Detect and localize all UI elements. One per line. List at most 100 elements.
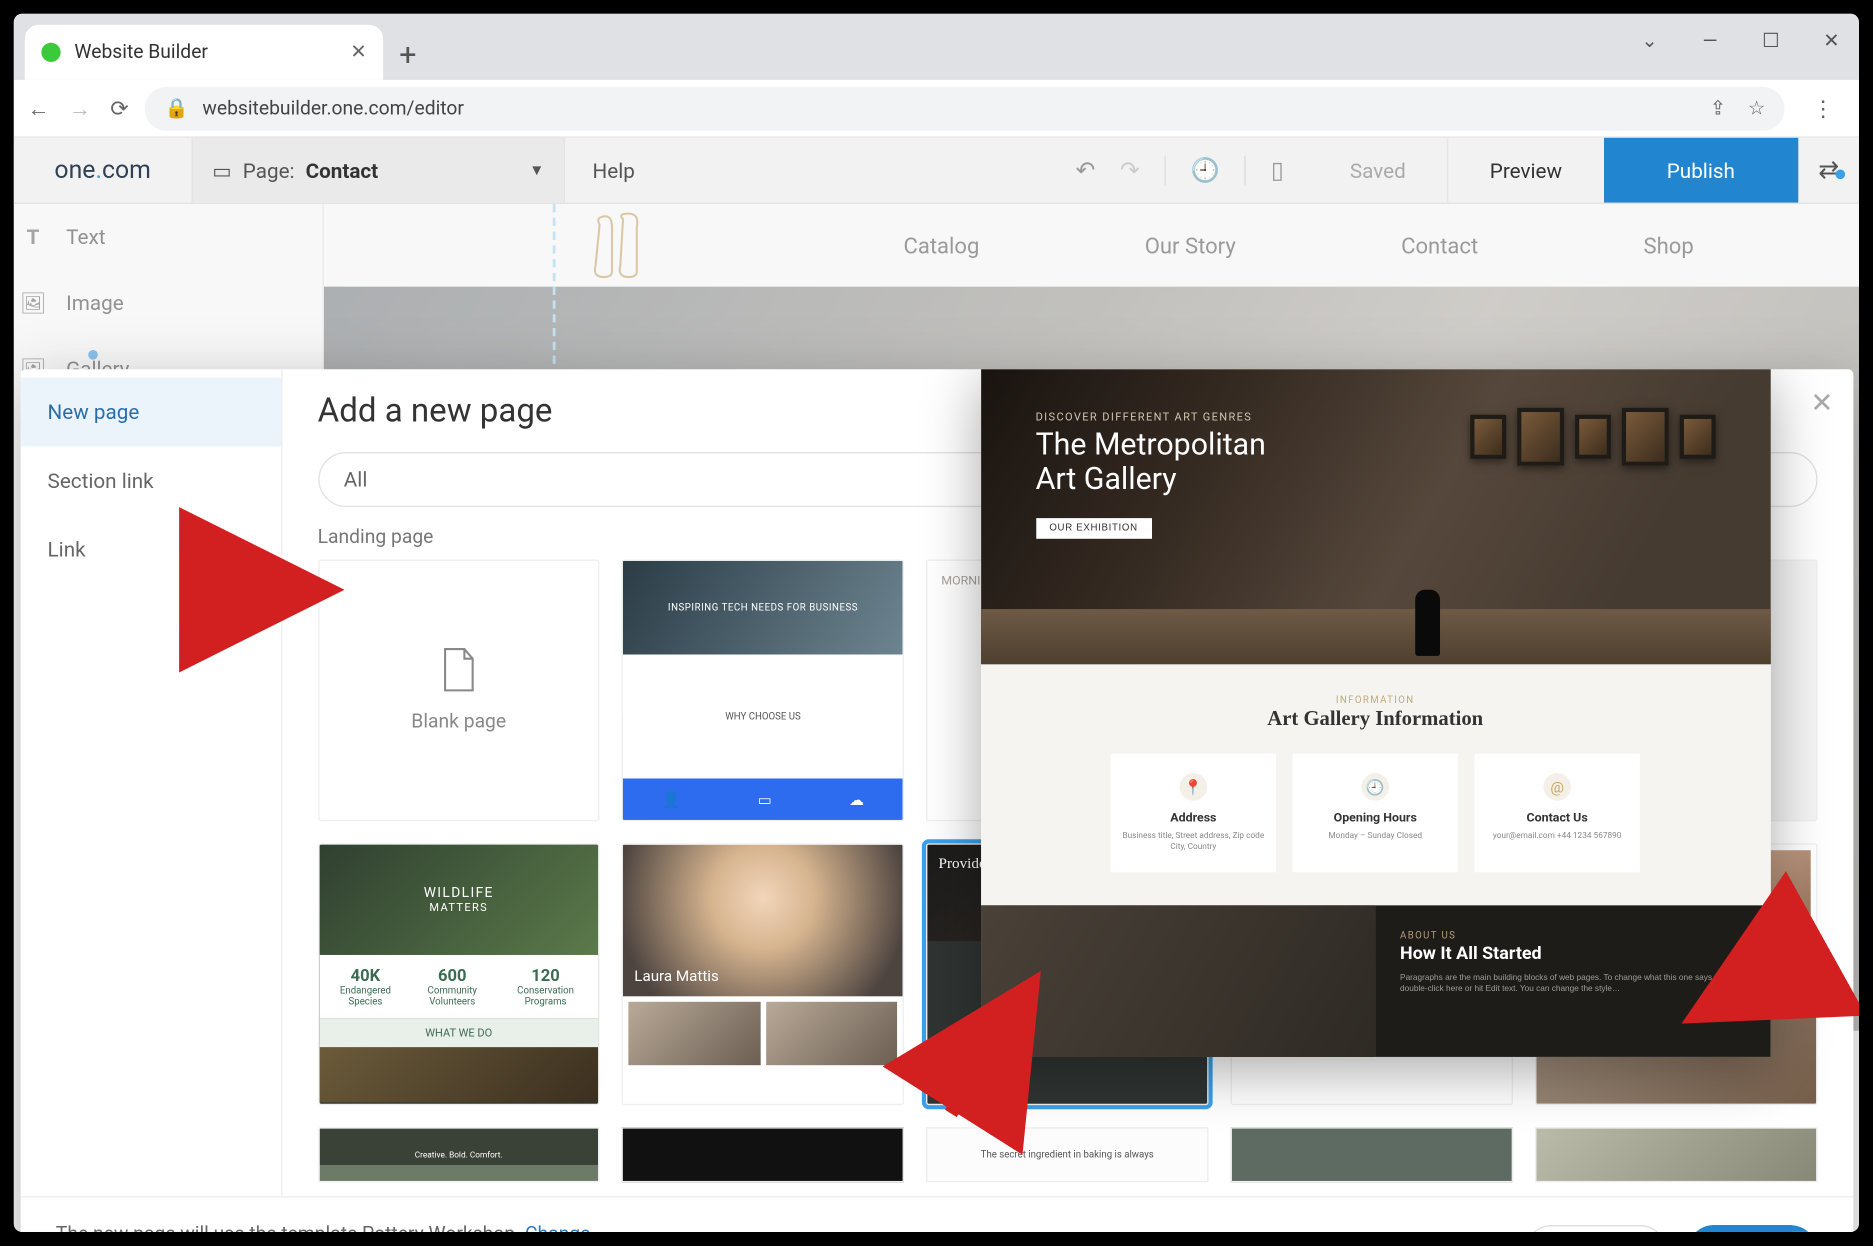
template-tech[interactable]: INSPIRING TECH NEEDS FOR BUSINESS WHY CH…: [622, 559, 904, 821]
stat-label: Endangered Species: [340, 985, 391, 1007]
template-tiny[interactable]: [1230, 1127, 1512, 1182]
template-preview-popover: DISCOVER DIFFERENT ART GENRES The Metrop…: [980, 369, 1770, 1056]
preview-button[interactable]: Preview: [1447, 138, 1603, 203]
card-icon: ▭: [758, 790, 772, 808]
browser-tab[interactable]: Website Builder ✕: [25, 25, 383, 80]
preview-about-body: Paragraphs are the main building blocks …: [1400, 972, 1745, 995]
chevron-down-icon[interactable]: ⌄: [1636, 30, 1664, 52]
template-thumb-text: WILDLIFE: [424, 886, 494, 901]
close-tab-icon[interactable]: ✕: [350, 41, 366, 63]
template-tiny[interactable]: [622, 1127, 904, 1182]
template-tiny[interactable]: Creative. Bold. Comfort.: [318, 1127, 600, 1182]
template-thumb-text: The secret ingredient in baking is alway…: [981, 1149, 1154, 1160]
template-wildlife[interactable]: WILDLIFEMATTERS 40KEndangered Species 60…: [318, 843, 600, 1105]
stat-value: 600: [406, 966, 498, 985]
file-icon: [441, 648, 477, 698]
stat-value: 120: [498, 966, 593, 985]
zoom-icon[interactable]: ⊕: [939, 1057, 975, 1093]
modal-overlay: ✕ New page Section link Link Add a new p…: [14, 204, 1859, 1232]
template-thumb-text: WHAT WE DO: [319, 1018, 598, 1047]
modal-tab-section-link[interactable]: Section link: [20, 446, 280, 515]
help-menu[interactable]: Help: [565, 158, 662, 183]
publish-button[interactable]: Publish: [1603, 138, 1798, 203]
cancel-button[interactable]: Cancel: [1524, 1225, 1667, 1232]
card-lines: Business title, Street address, Zip code…: [1122, 831, 1265, 852]
card-title: Address: [1122, 812, 1265, 826]
preview-info-card: 🕘Opening HoursMonday – Sunday Closed: [1293, 754, 1458, 872]
window-controls: ⌄ ― ☐ ✕: [1636, 30, 1845, 52]
template-grid-row2: Creative. Bold. Comfort. The secret ingr…: [318, 1127, 1817, 1182]
address-bar: ← → ⟳ 🔒 websitebuilder.one.com/editor ⇪ …: [14, 80, 1859, 138]
url-field[interactable]: 🔒 websitebuilder.one.com/editor ⇪ ☆: [145, 86, 1784, 130]
cloud-icon: ☁: [849, 790, 864, 808]
brand-logo[interactable]: one.com: [14, 138, 193, 203]
saved-status: Saved: [1309, 158, 1448, 183]
card-lines: your@email.com +44 1234 567890: [1485, 831, 1628, 842]
favicon-icon: [41, 43, 60, 62]
card-title: Contact Us: [1485, 812, 1628, 826]
history-icon[interactable]: 🕘: [1191, 156, 1220, 184]
mobile-icon[interactable]: ▯: [1271, 156, 1284, 184]
preview-title: The Metropolitan: [1036, 429, 1266, 463]
preview-info-sub: INFORMATION: [1008, 695, 1742, 706]
stat-value: 40K: [325, 966, 407, 985]
caret-down-icon: ▼: [529, 161, 544, 179]
preview-about-sub: ABOUT US: [1400, 930, 1745, 941]
card-lines: Monday – Sunday Closed: [1304, 831, 1447, 842]
modal-footer: The new page will use the template Potte…: [20, 1196, 1853, 1232]
preview-info-title: Art Gallery Information: [1008, 708, 1742, 731]
person-silhouette-icon: [1415, 590, 1440, 656]
star-icon[interactable]: ☆: [1748, 97, 1765, 119]
url-text: websitebuilder.one.com/editor: [202, 97, 464, 119]
card-title: Opening Hours: [1304, 812, 1447, 826]
template-laura[interactable]: Laura Mattis: [622, 843, 904, 1105]
preview-about-title: How It All Started: [1400, 943, 1745, 964]
modal-tab-new-page[interactable]: New page: [20, 378, 280, 447]
template-blank[interactable]: Blank page: [318, 559, 600, 821]
stat-label: Conservation Programs: [517, 985, 574, 1007]
add-button[interactable]: Add: [1686, 1225, 1817, 1232]
page-value: Contact: [306, 158, 379, 183]
template-tiny[interactable]: [1535, 1127, 1817, 1182]
minimize-icon[interactable]: ―: [1696, 30, 1724, 52]
close-icon[interactable]: ✕: [1810, 386, 1833, 419]
undo-icon[interactable]: ↶: [1076, 156, 1096, 184]
preview-info-card: 📍 Address Business title, Street address, …: [1111, 754, 1276, 872]
preview-info-card: @ Contact Us your@email.com +44 1234 56789…: [1474, 754, 1639, 872]
template-tiny[interactable]: The secret ingredient in baking is alway…: [926, 1127, 1208, 1182]
lock-icon: 🔒: [165, 97, 189, 119]
reload-icon[interactable]: ⟳: [110, 94, 128, 122]
page-icon: ▭: [212, 158, 232, 183]
new-tab-button[interactable]: +: [383, 30, 433, 80]
modal-tab-link[interactable]: Link: [20, 515, 280, 584]
nav-arrows: ← → ⟳: [28, 94, 129, 122]
redo-icon[interactable]: ↷: [1120, 156, 1140, 184]
stat-label: Community Volunteers: [428, 985, 477, 1007]
template-thumb-text: Laura Mattis: [634, 967, 719, 985]
preview-cta-pill: OUR EXHIBITION: [1036, 518, 1152, 539]
template-thumb-text: Creative. Bold. Comfort.: [415, 1150, 503, 1160]
kebab-icon[interactable]: ⋮: [1801, 95, 1845, 121]
page-label: Page:: [243, 158, 295, 183]
back-icon[interactable]: ←: [28, 94, 50, 122]
tab-title: Website Builder: [74, 41, 208, 63]
close-window-icon[interactable]: ✕: [1818, 30, 1846, 52]
change-template-link[interactable]: Change: [525, 1224, 590, 1232]
modal-sidebar: New page Section link Link: [20, 369, 282, 1196]
add-page-modal: ✕ New page Section link Link Add a new p…: [20, 369, 1853, 1232]
forward-icon[interactable]: →: [69, 94, 91, 122]
pin-icon: 📍: [1180, 773, 1208, 801]
template-thumb-text: WHY CHOOSE US: [623, 655, 902, 779]
at-icon: @: [1543, 773, 1571, 801]
template-thumb-text: INSPIRING TECH NEEDS FOR BUSINESS: [623, 561, 902, 655]
maximize-icon[interactable]: ☐: [1757, 30, 1785, 52]
share-icon[interactable]: ⇪: [1710, 97, 1726, 119]
app-bar: one.com ▭ Page: Contact ▼ Help ↶ ↷ 🕘 ▯ S…: [14, 138, 1859, 204]
browser-tabstrip: Website Builder ✕ + ⌄ ― ☐ ✕: [14, 14, 1859, 80]
template-thumb-text: MATTERS: [429, 901, 488, 913]
person-icon: 👤: [662, 790, 681, 808]
blank-label: Blank page: [411, 711, 506, 733]
footer-text: The new page will use the template Potte…: [56, 1220, 591, 1232]
settings-toggle-icon[interactable]: ⇄: [1798, 156, 1859, 185]
page-selector[interactable]: ▭ Page: Contact ▼: [193, 138, 565, 203]
